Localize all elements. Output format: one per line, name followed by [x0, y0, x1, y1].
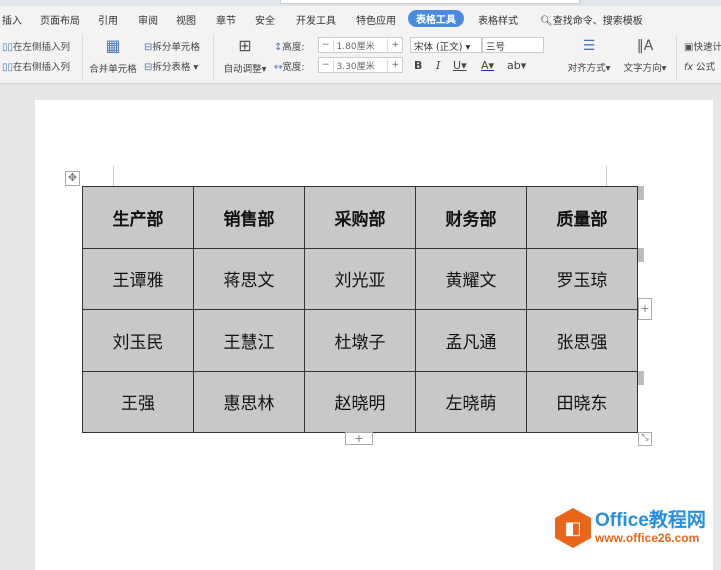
- margin-guide: [113, 166, 114, 186]
- row-marker: [638, 186, 644, 200]
- highlight-button[interactable]: ab▾: [507, 59, 526, 72]
- table-cell[interactable]: 张思强: [526, 309, 638, 372]
- table-cell[interactable]: 孟凡通: [415, 309, 527, 372]
- data-table[interactable]: 生产部 销售部 采购部 财务部 质量部 王谭雅 蒋思文 刘光亚 黄耀文 罗玉琼 …: [82, 186, 638, 433]
- auto-fit-icon: ⊞: [238, 36, 252, 55]
- add-column-button[interactable]: +: [638, 298, 652, 320]
- office-logo-icon: ◧: [555, 508, 591, 548]
- divider: [82, 34, 83, 80]
- font-color-button[interactable]: A▾: [481, 59, 494, 72]
- font-size-select[interactable]: 三号: [482, 37, 544, 53]
- width-stepper[interactable]: −3.30厘米 +: [318, 57, 403, 73]
- plus-icon: +: [640, 302, 650, 315]
- divider: [676, 34, 677, 80]
- tab-references[interactable]: 引用: [98, 12, 118, 27]
- tab-developer[interactable]: 开发工具: [296, 12, 336, 27]
- insert-column-icon: ▯▯: [2, 62, 14, 73]
- row-marker: [638, 248, 644, 262]
- table-cell[interactable]: 惠思林: [193, 370, 305, 433]
- resize-icon: ⤡: [641, 433, 649, 443]
- row-marker: [638, 371, 644, 385]
- decrease-button[interactable]: −: [319, 40, 333, 50]
- tab-review[interactable]: 审阅: [138, 12, 158, 27]
- margin-guide: [606, 166, 607, 186]
- table-move-handle[interactable]: ✥: [65, 171, 80, 186]
- height-stepper[interactable]: −1.80厘米 +: [318, 37, 403, 53]
- table-header-cell[interactable]: 销售部: [193, 186, 305, 249]
- auto-fit-button[interactable]: ⊞ 自动调整▾: [220, 36, 270, 75]
- table-row: 王谭雅 蒋思文 刘光亚 黄耀文 罗玉琼: [82, 247, 638, 310]
- underline-button[interactable]: U▾: [453, 59, 467, 72]
- plus-icon: +: [354, 432, 364, 445]
- table-cell[interactable]: 王谭雅: [82, 247, 194, 310]
- tab-table-style[interactable]: 表格样式: [478, 12, 518, 27]
- ribbon: ▯▯在左侧插入列 ▯▯在右侧插入列 ▦ 合并单元格 ⊟拆分单元格 ⊟拆分表格 ▾ …: [0, 30, 721, 84]
- insert-right-column-button[interactable]: ▯▯在右侧插入列: [2, 59, 70, 73]
- alignment-button[interactable]: ☰ 对齐方式▾: [566, 38, 612, 74]
- resize-table-handle[interactable]: ⤡: [638, 432, 652, 446]
- table-header-cell[interactable]: 质量部: [526, 186, 638, 249]
- split-table-button[interactable]: ⊟拆分表格 ▾: [144, 59, 198, 73]
- insert-left-column-button[interactable]: ▯▯在左侧插入列: [2, 39, 70, 53]
- table-cell[interactable]: 杜墩子: [304, 309, 416, 372]
- increase-button[interactable]: +: [388, 40, 402, 50]
- tab-chapter[interactable]: 章节: [216, 12, 236, 27]
- divider: [213, 34, 214, 80]
- formula-button[interactable]: fx 公式: [684, 59, 715, 73]
- watermark-logo: ◧ Office教程网 www.office26.com: [555, 508, 706, 548]
- insert-column-icon: ▯▯: [2, 42, 14, 53]
- table-header-row: 生产部 销售部 采购部 财务部 质量部: [82, 186, 638, 249]
- merge-cells-button[interactable]: ▦ 合并单元格: [88, 36, 138, 75]
- search-command[interactable]: 🔍︎查找命令、搜索模板: [540, 12, 643, 27]
- table-row: 王强 惠思林 赵晓明 左晓萌 田晓东: [82, 370, 638, 433]
- table-cell[interactable]: 蒋思文: [193, 247, 305, 310]
- tab-page-layout[interactable]: 页面布局: [40, 12, 80, 27]
- text-direction-icon: ‖A: [636, 38, 654, 54]
- tab-table-tools[interactable]: 表格工具: [408, 10, 464, 27]
- tab-view[interactable]: 视图: [176, 12, 196, 27]
- tab-insert[interactable]: 插入: [2, 12, 22, 27]
- table-cell[interactable]: 王强: [82, 370, 194, 433]
- table-cell[interactable]: 罗玉琼: [526, 247, 638, 310]
- table-header-cell[interactable]: 财务部: [415, 186, 527, 249]
- search-icon: 🔍︎: [540, 16, 553, 27]
- table-row: 刘玉民 王慧江 杜墩子 孟凡通 张思强: [82, 309, 638, 372]
- table-cell[interactable]: 赵晓明: [304, 370, 416, 433]
- document-tab[interactable]: [280, 0, 580, 4]
- bold-button[interactable]: B: [414, 59, 422, 72]
- table-cell[interactable]: 王慧江: [193, 309, 305, 372]
- menu-bar: 插入 页面布局 引用 审阅 视图 章节 安全 开发工具 特色应用 表格工具 表格…: [0, 6, 721, 30]
- table-cell[interactable]: 左晓萌: [415, 370, 527, 433]
- decrease-button[interactable]: −: [319, 60, 333, 70]
- move-icon: ✥: [67, 171, 78, 184]
- table-cell[interactable]: 刘光亚: [304, 247, 416, 310]
- table-cell[interactable]: 刘玉民: [82, 309, 194, 372]
- text-direction-button[interactable]: ‖A 文字方向▾: [622, 38, 668, 74]
- add-row-button[interactable]: +: [345, 432, 373, 445]
- height-label: ↕高度:: [274, 42, 305, 53]
- split-cells-button[interactable]: ⊟拆分单元格: [144, 39, 200, 53]
- italic-button[interactable]: I: [436, 59, 440, 72]
- table-header-cell[interactable]: 生产部: [82, 186, 194, 249]
- align-icon: ☰: [582, 38, 596, 54]
- merge-cells-icon: ▦: [105, 36, 121, 55]
- tab-security[interactable]: 安全: [255, 12, 275, 27]
- tab-features[interactable]: 特色应用: [356, 12, 396, 27]
- font-select[interactable]: 宋体 (正文) ▾: [410, 37, 482, 53]
- table-cell[interactable]: 田晓东: [526, 370, 638, 433]
- quick-calc-button[interactable]: ▣快速计: [684, 39, 721, 53]
- table-cell[interactable]: 黄耀文: [415, 247, 527, 310]
- width-label: ↔宽度:: [274, 62, 305, 73]
- table-header-cell[interactable]: 采购部: [304, 186, 416, 249]
- increase-button[interactable]: +: [388, 60, 402, 70]
